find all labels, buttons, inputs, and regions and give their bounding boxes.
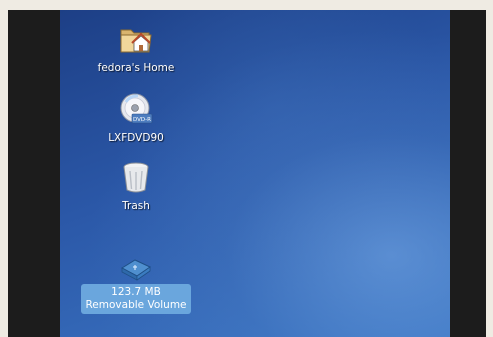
volume-name-label: Removable Volume — [85, 299, 187, 311]
trash-icon — [123, 162, 149, 193]
desktop-item-label: Trash — [122, 200, 150, 212]
dvd-icon: DVD-R — [120, 93, 153, 124]
right-border — [450, 10, 486, 337]
desktop[interactable]: fedora's Home DVD-R LXFDVD90 Trash 123.7… — [60, 10, 450, 337]
desktop-item-trash[interactable]: Trash — [76, 160, 196, 213]
removable-drive-icon — [120, 259, 152, 281]
desktop-item-removable-volume[interactable]: 123.7 MB Removable Volume — [76, 254, 196, 314]
volume-size-label: 123.7 MB — [111, 286, 161, 298]
desktop-item-label: LXFDVD90 — [108, 132, 164, 144]
desktop-item-home[interactable]: fedora's Home — [76, 22, 196, 75]
desktop-item-label: fedora's Home — [97, 62, 175, 74]
selected-volume-label: 123.7 MB Removable Volume — [81, 284, 191, 314]
desktop-item-dvd[interactable]: DVD-R LXFDVD90 — [76, 92, 196, 145]
dvd-badge-text: DVD-R — [133, 117, 151, 123]
home-folder-icon — [120, 29, 152, 53]
left-border — [8, 10, 60, 337]
